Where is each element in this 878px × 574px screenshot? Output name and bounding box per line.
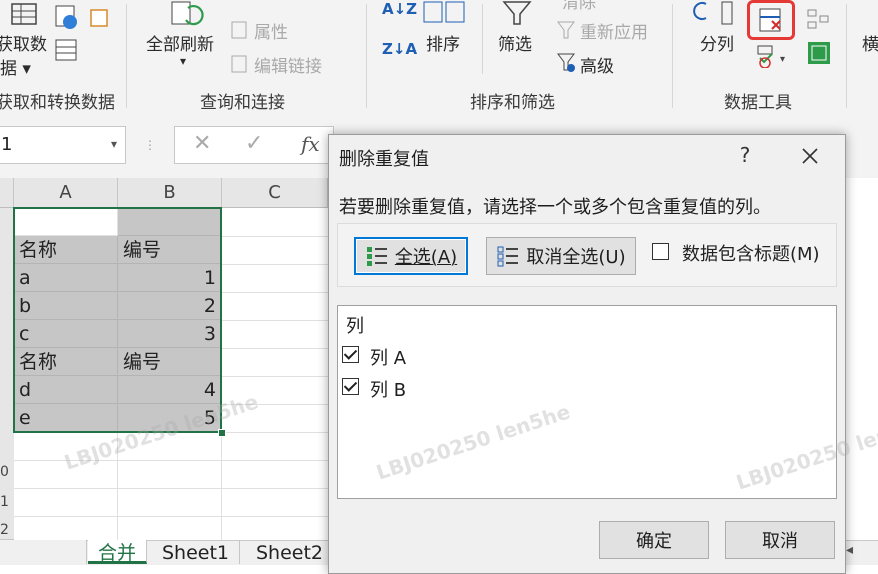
scroll-left-icon[interactable]: ◂ <box>846 542 853 558</box>
sort-desc-icon[interactable]: Z↓A <box>382 40 417 58</box>
column-a-label[interactable]: 列 A <box>370 344 406 370</box>
confirm-entry-icon[interactable]: ✓ <box>245 131 263 156</box>
filter-button[interactable]: 筛选 <box>498 30 532 55</box>
edit-links-button[interactable]: 编辑链接 <box>254 52 322 77</box>
refresh-dropdown-icon[interactable]: ▾ <box>180 54 186 68</box>
ribbon: 获取数 据 ▾ 获取和转换数据 全部刷新 ▾ 属性 编辑链接 查询和连接 A↓Z… <box>0 0 878 117</box>
cell-a1[interactable] <box>14 208 118 236</box>
sheet-tab-merge[interactable]: 合并 <box>88 540 148 564</box>
sort-button[interactable]: 排序 <box>426 30 460 55</box>
has-headers-label[interactable]: 数据包含标题(M) <box>682 240 820 266</box>
advanced-filter-icon <box>557 53 575 72</box>
sheet-tab-sheet2[interactable]: Sheet2 <box>246 540 335 564</box>
get-data-label-1[interactable]: 获取数 <box>0 30 47 55</box>
sheet-tab-sheet1[interactable]: Sheet1 <box>152 540 241 564</box>
text-to-columns-button[interactable]: 分列 <box>700 30 734 55</box>
data-validation-icon[interactable]: ▾ <box>756 44 790 68</box>
edit-links-icon <box>231 55 247 73</box>
dialog-description: 若要删除重复值，请选择一个或多个包含重复值的列。 <box>339 197 771 218</box>
cancel-button[interactable]: 取消 <box>725 521 835 559</box>
column-header-c[interactable]: C <box>222 178 328 208</box>
data-model-icon[interactable] <box>806 40 832 66</box>
cell-b2[interactable]: 编号 <box>118 236 222 264</box>
select-all-corner[interactable] <box>0 178 14 208</box>
has-headers-checkbox[interactable] <box>652 243 669 260</box>
unselect-all-icon <box>497 246 519 267</box>
forecast-partial-label[interactable]: 横 <box>862 30 878 55</box>
get-data-label-2[interactable]: 据 ▾ <box>0 54 31 79</box>
cell-a6[interactable]: 名称 <box>14 348 118 376</box>
consolidate-icon[interactable] <box>806 8 832 32</box>
cell-a8[interactable]: e <box>14 404 118 432</box>
cancel-entry-icon[interactable]: ✕ <box>193 131 211 156</box>
cell-a7[interactable]: d <box>14 376 118 404</box>
advanced-filter-button[interactable]: 高级 <box>580 52 614 77</box>
properties-icon <box>231 21 247 39</box>
sheet-nav-area[interactable] <box>0 540 87 564</box>
column-b-label[interactable]: 列 B <box>370 376 406 402</box>
cell-b1[interactable] <box>118 208 222 236</box>
ok-button[interactable]: 确定 <box>599 521 709 559</box>
recent-sources-icon[interactable] <box>88 4 114 30</box>
clear-button[interactable]: 清除 <box>562 0 596 13</box>
unselect-all-button[interactable]: 取消全选(U) <box>486 237 636 275</box>
list-header: 列 <box>346 316 364 337</box>
refresh-all-button[interactable]: 全部刷新 <box>146 30 214 55</box>
fill-handle[interactable] <box>218 429 226 437</box>
cell-b5[interactable]: 3 <box>118 320 222 348</box>
reapply-icon <box>557 21 575 39</box>
select-all-label: 全选(A) <box>394 247 458 268</box>
sort-filter-group-label: 排序和筛选 <box>470 93 555 113</box>
refresh-all-icon[interactable] <box>168 0 208 30</box>
name-box-value: 1 <box>1 134 13 155</box>
cell-b4[interactable]: 2 <box>118 292 222 320</box>
options-panel: 全选(A) 取消全选(U) 数据包含标题(M) <box>337 223 837 287</box>
get-data-icon <box>11 3 37 25</box>
insert-function-button[interactable]: fx <box>301 132 320 156</box>
cell-a5[interactable]: c <box>14 320 118 348</box>
cell-b7[interactable]: 4 <box>118 376 222 404</box>
column-header-b[interactable]: B <box>118 178 222 208</box>
help-button[interactable]: ? <box>735 143 755 167</box>
sort-asc-icon[interactable]: A↓Z <box>382 0 417 18</box>
cell-a3[interactable]: a <box>14 264 118 292</box>
text-to-columns-icon[interactable] <box>692 0 738 28</box>
row-number: 2 <box>0 522 9 538</box>
row-number: 0 <box>0 464 9 480</box>
formula-controls: ✕ ✓ fx <box>174 126 334 164</box>
remove-duplicates-dialog: 删除重复值 ? 若要删除重复值，请选择一个或多个包含重复值的列。 全选(A) 取… <box>328 134 846 574</box>
cell-b6[interactable]: 编号 <box>118 348 222 376</box>
select-all-icon <box>366 247 387 266</box>
filter-icon[interactable] <box>500 0 534 26</box>
from-table-icon[interactable] <box>54 38 80 64</box>
data-tools-group-label: 数据工具 <box>724 93 792 113</box>
formula-bar-grip-icon: ⋮ <box>144 138 156 152</box>
query-group-label: 查询和连接 <box>200 93 285 113</box>
close-icon[interactable] <box>795 141 825 171</box>
name-box-dropdown-icon[interactable]: ▾ <box>111 137 117 151</box>
properties-button[interactable]: 属性 <box>254 18 288 43</box>
remove-duplicates-highlight[interactable] <box>747 0 795 40</box>
row-number: 1 <box>0 494 9 510</box>
row-headers[interactable] <box>0 208 14 540</box>
from-web-icon[interactable] <box>54 4 80 30</box>
cell-a2[interactable]: 名称 <box>14 236 118 264</box>
unselect-all-label: 取消全选(U) <box>526 247 626 268</box>
column-a-checkbox[interactable] <box>342 346 359 363</box>
column-header-a[interactable]: A <box>14 178 118 208</box>
dialog-title: 删除重复值 <box>339 149 429 170</box>
sort-icon[interactable] <box>422 0 466 24</box>
cell-a4[interactable]: b <box>14 292 118 320</box>
reapply-button[interactable]: 重新应用 <box>580 18 648 43</box>
remove-duplicates-icon <box>759 8 781 32</box>
select-all-button[interactable]: 全选(A) <box>354 237 468 275</box>
column-b-checkbox[interactable] <box>342 378 359 395</box>
svg-text:▾: ▾ <box>780 54 785 65</box>
cell-b3[interactable]: 1 <box>118 264 222 292</box>
name-box[interactable]: 1 ▾ <box>0 126 126 164</box>
get-transform-group-label: 获取和转换数据 <box>0 93 115 113</box>
